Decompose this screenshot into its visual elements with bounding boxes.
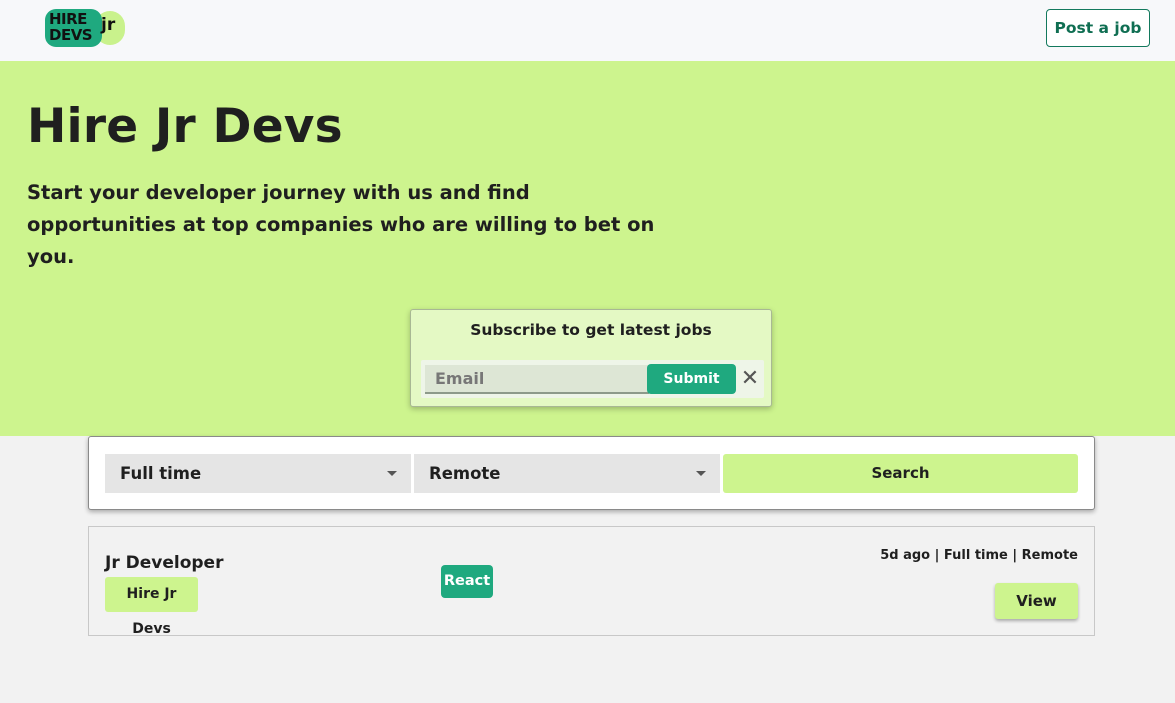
top-navbar: HIRE DEVS jr Post a job (0, 0, 1175, 61)
chevron-down-icon (387, 471, 397, 476)
subscribe-title: Subscribe to get latest jobs (470, 321, 712, 339)
close-icon[interactable]: ✕ (738, 365, 762, 393)
hero-subtitle: Start your developer journey with us and… (27, 181, 655, 268)
logo-text-line1: HIRE (49, 10, 87, 28)
search-button[interactable]: Search (723, 454, 1078, 493)
job-type-select[interactable]: Full time (105, 454, 411, 493)
location-value: Remote (429, 464, 501, 483)
logo-text-line2: DEVS (49, 26, 93, 44)
hire-jr-devs-logo[interactable]: HIRE DEVS jr (45, 9, 125, 47)
page-title: Hire Jr Devs (27, 99, 343, 154)
job-type-value: Full time (120, 464, 202, 483)
subscribe-panel: Subscribe to get latest jobs Submit ✕ (410, 309, 772, 407)
email-field[interactable] (425, 365, 649, 394)
post-a-job-button[interactable]: Post a job (1046, 9, 1150, 47)
job-title[interactable]: Jr Developer (105, 553, 223, 573)
job-listing-card: Jr Developer Hire Jr Devs React 5d ago |… (88, 526, 1095, 637)
skill-tag: React (441, 565, 493, 598)
view-job-button[interactable]: View (995, 583, 1078, 619)
job-meta: 5d ago | Full time | Remote (880, 548, 1078, 563)
chevron-down-icon (696, 471, 706, 476)
location-select[interactable]: Remote (414, 454, 720, 493)
company-badge: Hire Jr Devs (105, 577, 198, 637)
logo-text: HIRE DEVS (49, 10, 93, 44)
subscribe-form: Submit ✕ (421, 360, 764, 398)
logo-jr-text: jr (101, 15, 116, 35)
submit-button[interactable]: Submit (647, 364, 736, 394)
job-filter-bar: Full time Remote Search (88, 436, 1095, 510)
